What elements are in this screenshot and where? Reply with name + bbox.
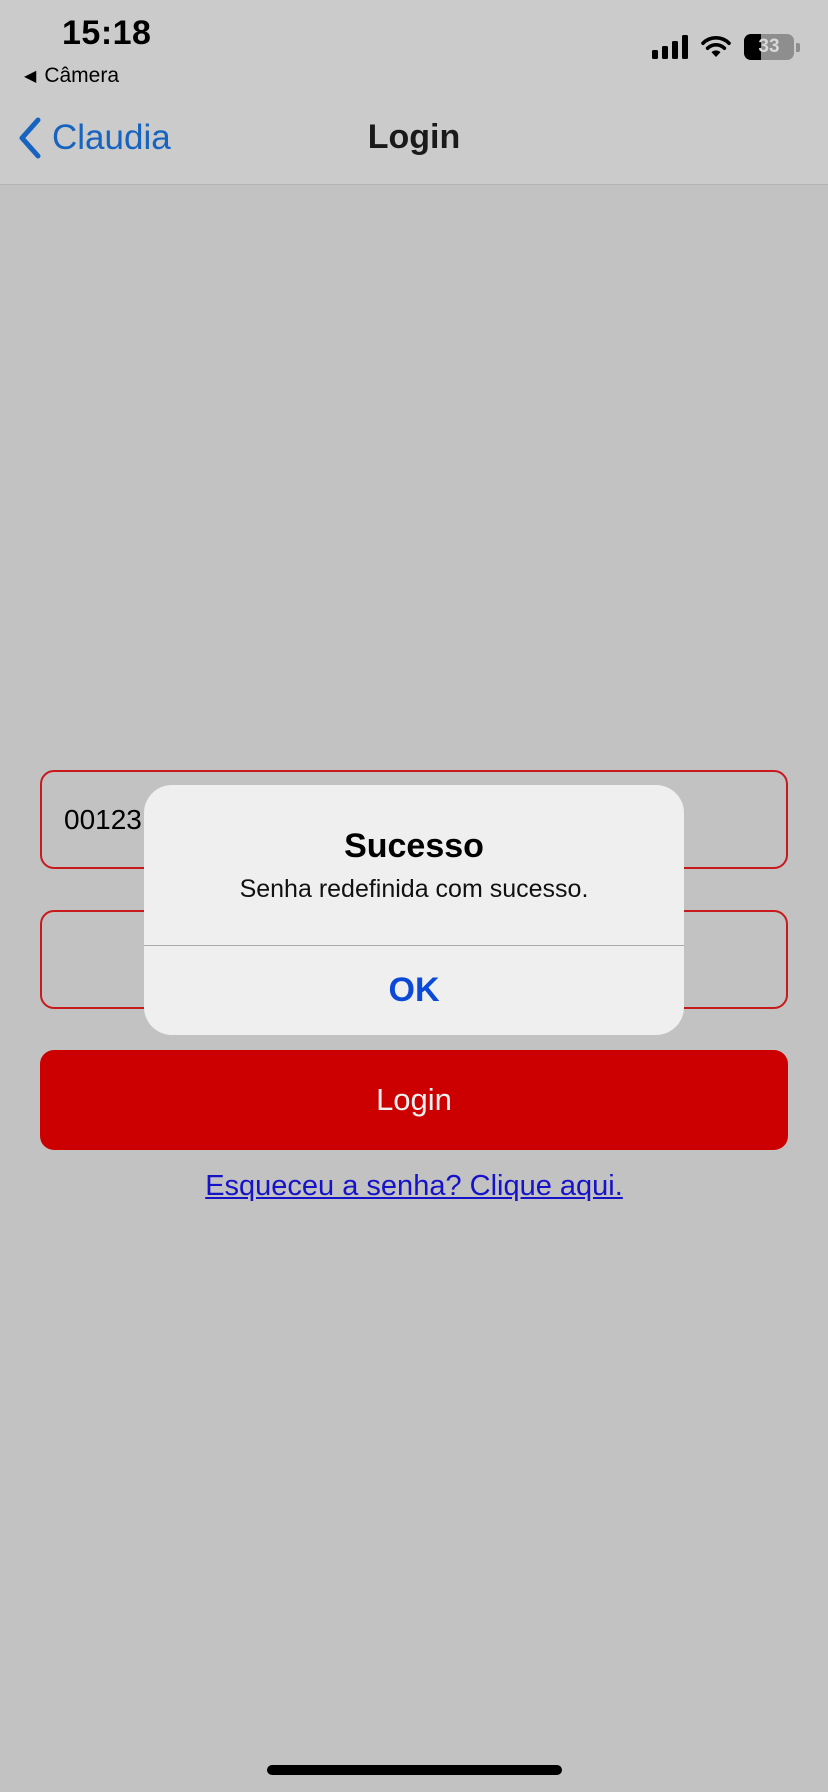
alert-message: Senha redefinida com sucesso.	[239, 875, 589, 903]
status-bar: 15:18 ◀ Câmera 33	[0, 0, 828, 92]
left-triangle-icon: ◀	[24, 68, 37, 85]
status-icons: 33	[652, 34, 800, 60]
success-alert-dialog: Sucesso Senha redefinida com sucesso. OK	[144, 785, 684, 1035]
wifi-icon	[701, 36, 731, 57]
page-title: Login	[367, 118, 461, 156]
back-to-app-button[interactable]: ◀ Câmera	[24, 64, 119, 88]
navigation-bar: Claudia Login	[0, 92, 828, 185]
forgot-password-link[interactable]: Esqueceu a senha? Clique aqui.	[0, 1170, 828, 1203]
cellular-signal-icon	[652, 35, 688, 59]
back-to-app-label: Câmera	[44, 64, 120, 87]
login-button[interactable]: Login	[40, 1050, 788, 1150]
home-indicator[interactable]	[267, 1765, 562, 1775]
battery-level: 33	[758, 36, 780, 57]
status-time: 15:18	[62, 14, 152, 52]
battery-icon: 33	[744, 34, 800, 60]
alert-title: Sucesso	[344, 827, 484, 865]
alert-ok-button[interactable]: OK	[144, 946, 684, 1035]
